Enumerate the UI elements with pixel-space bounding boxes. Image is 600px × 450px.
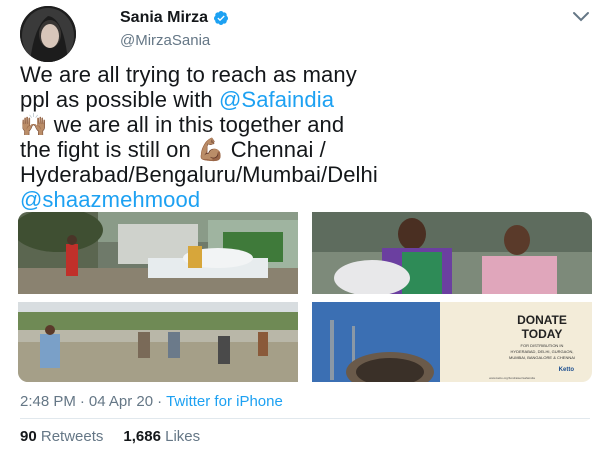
donate-url: www.ketto.org/fundraiser/safaindia xyxy=(489,376,535,380)
retweets-label: Retweets xyxy=(40,428,104,445)
divider xyxy=(20,418,590,419)
verified-icon xyxy=(214,11,229,25)
retweets-count: 90 xyxy=(20,428,37,445)
mention-link[interactable]: @shaazmehmood xyxy=(20,187,200,212)
tweet-stats: 90 Retweets 1,686 Likes xyxy=(20,428,200,445)
media-photo-1[interactable] xyxy=(18,212,298,294)
tweet-source-link[interactable]: Twitter for iPhone xyxy=(166,393,283,410)
donate-banner[interactable]: DONATE TODAY FOR DISTRIBUTION IN HYDERAB… xyxy=(312,302,592,382)
handle[interactable]: @MirzaSania xyxy=(120,32,210,49)
donate-subtitle: FOR DISTRIBUTION IN xyxy=(521,343,564,348)
author-name-row: Sania Mirza xyxy=(120,9,229,27)
media-grid: DONATE TODAY FOR DISTRIBUTION IN HYDERAB… xyxy=(18,212,592,382)
tweet-time[interactable]: 2:48 PM xyxy=(20,393,76,410)
donate-subtitle: HYDERABAD, DELHI, GURGAON, xyxy=(511,349,574,354)
tweet-line: We are all trying to reach as many xyxy=(20,62,357,87)
tweet-line: the fight is still on 💪🏽 Chennai / xyxy=(20,137,590,162)
media-photo-2[interactable] xyxy=(312,212,592,294)
meta-separator: · xyxy=(79,393,85,410)
flexed-biceps-emoji: 💪🏽 xyxy=(197,137,225,162)
tweet-text: We are all trying to reach as many ppl a… xyxy=(20,62,590,212)
mention-link[interactable]: @Safaindia xyxy=(219,87,334,112)
tweet-text-segment: Chennai / xyxy=(224,137,326,162)
raised-hands-emoji: 🙌🏽 xyxy=(20,112,48,137)
tweet-meta: 2:48 PM · 04 Apr 20 · Twitter for iPhone xyxy=(20,393,283,410)
chevron-down-icon[interactable] xyxy=(572,10,590,24)
ketto-logo: Ketto xyxy=(559,367,575,373)
donate-title: TODAY xyxy=(522,327,563,341)
tweet-text-segment: ppl as possible with xyxy=(20,87,219,112)
retweets-stat[interactable]: 90 Retweets xyxy=(20,428,103,445)
tweet-line: ppl as possible with @Safaindia xyxy=(20,87,590,112)
tweet-line: @shaazmehmood xyxy=(20,187,590,212)
likes-count: 1,686 xyxy=(123,428,161,445)
media-photo-3[interactable] xyxy=(18,302,298,382)
tweet-line: Hyderabad/Bengaluru/Mumbai/Delhi xyxy=(20,162,378,187)
likes-stat[interactable]: 1,686 Likes xyxy=(123,428,200,445)
display-name[interactable]: Sania Mirza xyxy=(120,9,208,27)
tweet-text-segment: the fight is still on xyxy=(20,137,198,162)
donate-subtitle: MUMBAI, BANGALORE & CHENNAI xyxy=(509,355,575,360)
tweet-date[interactable]: 04 Apr 20 xyxy=(89,393,153,410)
donate-title: DONATE xyxy=(517,313,567,327)
meta-separator: · xyxy=(157,393,163,410)
tweet-text-segment: we are all in this together and xyxy=(47,112,345,137)
likes-label: Likes xyxy=(165,428,201,445)
tweet-line: 🙌🏽 we are all in this together and xyxy=(20,112,590,137)
avatar[interactable] xyxy=(20,6,76,62)
